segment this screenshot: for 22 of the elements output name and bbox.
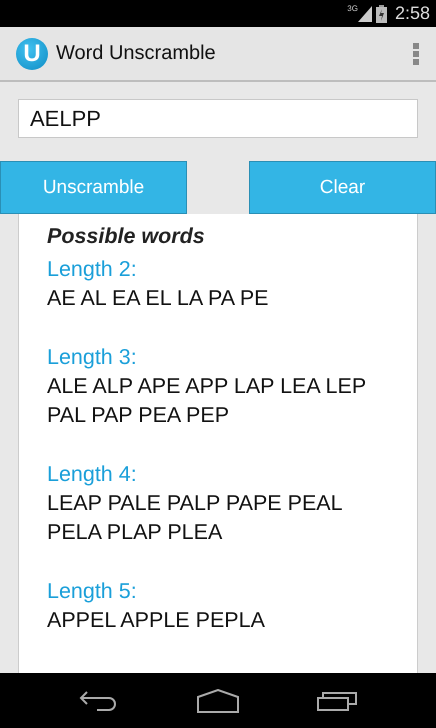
home-icon[interactable] xyxy=(197,688,239,712)
network-label: 3G xyxy=(347,4,358,13)
word-list: APPEL APPLE PEPLA xyxy=(47,606,389,635)
unscramble-button[interactable]: Unscramble xyxy=(0,161,187,214)
clock-time: 2:58 xyxy=(394,3,430,24)
word-list: AE AL EA EL LA PA PE xyxy=(47,284,389,313)
length-heading: Length 5: xyxy=(47,578,138,605)
length-heading: Length 3: xyxy=(47,344,138,371)
overflow-menu-icon[interactable] xyxy=(412,42,420,66)
clear-button[interactable]: Clear xyxy=(249,161,436,214)
app-logo[interactable]: U xyxy=(16,38,48,70)
letters-input-field[interactable]: AELPP xyxy=(18,99,418,138)
length-heading: Length 4: xyxy=(47,461,138,488)
back-icon[interactable] xyxy=(79,690,119,712)
recent-apps-icon[interactable] xyxy=(317,690,357,712)
word-list: LEAP PALE PALP PAPE PEAL PELA PLAP PLEA xyxy=(47,489,389,547)
word-list: ALE ALP APE APP LAP LEA LEP PAL PAP PEA PEP xyxy=(47,372,389,430)
app-title: Word Unscramble xyxy=(56,42,217,65)
battery-icon xyxy=(376,4,387,22)
results-heading: Possible words xyxy=(47,223,206,250)
signal-icon xyxy=(358,6,372,22)
length-heading: Length 2: xyxy=(47,256,138,283)
